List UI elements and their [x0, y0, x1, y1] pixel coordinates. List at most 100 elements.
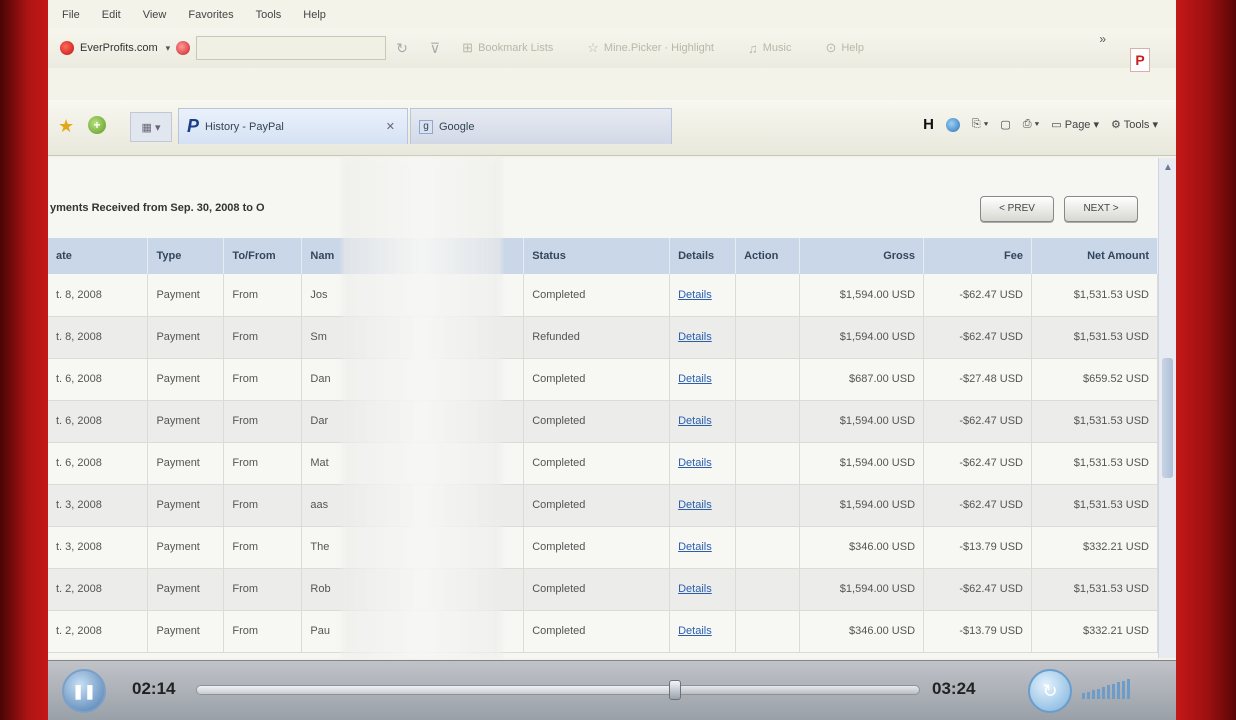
menu-edit[interactable]: Edit — [102, 9, 121, 21]
cell-date: t. 6, 2008 — [48, 358, 149, 400]
print-icon[interactable]: ⎙ ▾ — [1023, 118, 1039, 131]
more-icon[interactable]: » — [1099, 32, 1106, 46]
menu-favorites[interactable]: Favorites — [188, 9, 233, 21]
volume-bar[interactable] — [1107, 685, 1110, 700]
details-link[interactable]: Details — [678, 541, 712, 553]
scrollbar[interactable]: ▲ — [1158, 158, 1176, 658]
read-mail-icon[interactable]: ▢ — [1000, 118, 1010, 131]
tools-menu[interactable]: ⚙ Tools ▾ — [1111, 118, 1158, 131]
cell-net-amount: $1,531.53 USD — [1031, 442, 1159, 484]
details-link[interactable]: Details — [678, 457, 712, 469]
menu-file[interactable]: File — [62, 9, 80, 21]
tab-google[interactable]: g Google — [410, 108, 672, 144]
nav-toolbar: EverProfits.com ▾ ↻ ⊽ ⊞ Bookmark Lists ☆ M… — [48, 28, 1176, 72]
tab-list-button[interactable]: ▦ ▾ — [130, 112, 172, 142]
seek-handle[interactable] — [668, 680, 681, 700]
chevron-down-icon[interactable]: ▾ — [166, 43, 171, 54]
volume-bar[interactable] — [1127, 679, 1130, 700]
table-row[interactable]: t. 6, 2008 Payment From Dar Completed Details… — [48, 400, 1159, 442]
refresh-icon[interactable]: ↻ — [396, 40, 408, 57]
page-title: yments Received from Sep. 30, 2008 to O — [50, 202, 265, 214]
scrollbar-thumb[interactable] — [1162, 358, 1173, 478]
scroll-up-icon[interactable]: ▲ — [1163, 162, 1173, 173]
cell-fee: -$62.47 USD — [923, 316, 1032, 358]
col-net-amount[interactable]: Net Amount — [1031, 238, 1159, 274]
table-row[interactable]: t. 8, 2008 Payment From Jos Completed Details… — [48, 274, 1159, 316]
col-gross[interactable]: Gross — [799, 238, 925, 274]
cell-net-amount: $1,531.53 USD — [1031, 400, 1159, 442]
details-link[interactable]: Details — [678, 415, 712, 427]
toolbar-addon-icon[interactable] — [176, 41, 191, 55]
feeds-icon[interactable]: ⎘ ▾ — [972, 118, 988, 131]
next-button[interactable]: NEXT > — [1064, 196, 1138, 222]
gear-icon: ⚙ — [1111, 119, 1124, 131]
menu-tools[interactable]: Tools — [256, 9, 282, 21]
seek-bar[interactable] — [196, 680, 920, 700]
tab-paypal-history[interactable]: P History - PayPal ✕ — [178, 108, 408, 144]
details-link[interactable]: Details — [678, 331, 712, 343]
details-link[interactable]: Details — [678, 499, 712, 511]
cell-fee: -$62.47 USD — [923, 442, 1032, 484]
volume-bar[interactable] — [1082, 693, 1085, 700]
menu-view[interactable]: View — [143, 9, 167, 21]
filter-icon[interactable]: ⊽ — [430, 40, 440, 57]
volume-bar[interactable] — [1102, 687, 1105, 700]
help-button[interactable]: ⊙ Help — [825, 40, 864, 56]
site-logo-icon — [60, 41, 74, 55]
table-row[interactable]: t. 6, 2008 Payment From Mat Completed Details… — [48, 442, 1159, 484]
cell-type: Payment — [147, 358, 225, 400]
volume-bar[interactable] — [1122, 680, 1125, 700]
cell-type: Payment — [147, 400, 225, 442]
globe-icon[interactable] — [945, 117, 960, 132]
table-row[interactable]: t. 3, 2008 Payment From aas Completed Details… — [48, 484, 1159, 526]
cell-net-amount: $332.21 USD — [1031, 526, 1159, 568]
table-row[interactable]: t. 6, 2008 Payment From Dan Completed Details… — [48, 358, 1159, 400]
cell-action — [735, 568, 801, 610]
cell-status: Completed — [523, 358, 671, 400]
table-row[interactable]: t. 2, 2008 Payment From Pau Completed Details… — [48, 610, 1159, 652]
page-icon: ▭ — [1051, 119, 1065, 131]
pause-button[interactable]: ❚❚ — [62, 669, 106, 713]
details-link[interactable]: Details — [678, 583, 712, 595]
col-date[interactable]: ate — [48, 238, 149, 274]
volume-bar[interactable] — [1112, 683, 1115, 700]
search-input[interactable] — [196, 36, 387, 60]
cell-net-amount: $1,531.53 USD — [1031, 274, 1159, 316]
details-link[interactable]: Details — [678, 625, 712, 637]
col-fee[interactable]: Fee — [923, 238, 1032, 274]
browser-window: File Edit View Favorites Tools Help Ever… — [48, 0, 1176, 720]
volume-bar[interactable] — [1097, 688, 1100, 700]
highlight-button[interactable]: ☆ Mine.Picker · Highlight — [587, 40, 714, 56]
menu-help[interactable]: Help — [303, 9, 326, 21]
prev-button[interactable]: < PREV — [980, 196, 1054, 222]
details-link[interactable]: Details — [678, 373, 712, 385]
h-addon-icon[interactable]: H — [923, 116, 934, 133]
add-favorite-icon[interactable]: + — [88, 116, 106, 134]
volume-bar[interactable] — [1087, 691, 1090, 700]
site-label[interactable]: EverProfits.com — [80, 42, 158, 54]
seek-bar-fill — [197, 686, 674, 694]
page-menu[interactable]: ▭ Page ▾ — [1051, 118, 1099, 131]
pdf-icon[interactable]: P — [1130, 48, 1150, 72]
table-row[interactable]: t. 2, 2008 Payment From Rob Completed Details… — [48, 568, 1159, 610]
favorites-star-icon[interactable]: ★ — [58, 116, 74, 137]
cell-action — [735, 442, 801, 484]
cell-date: t. 6, 2008 — [48, 400, 149, 442]
cell-gross: $1,594.00 USD — [799, 442, 925, 484]
volume-bar[interactable] — [1092, 690, 1095, 700]
details-link[interactable]: Details — [678, 289, 712, 301]
table-row[interactable]: t. 8, 2008 Payment From Sm Refunded Details $1… — [48, 316, 1159, 358]
video-player-bar: ❚❚ 02:14 03:24 ↻ — [48, 660, 1176, 720]
cell-action — [735, 610, 801, 652]
close-icon[interactable]: ✕ — [386, 120, 395, 133]
col-to-from[interactable]: To/From — [223, 238, 303, 274]
bookmark-lists-button[interactable]: ⊞ Bookmark Lists — [462, 40, 553, 56]
volume-bar[interactable] — [1117, 682, 1120, 700]
music-button[interactable]: ♫ Music — [748, 41, 791, 56]
volume-control[interactable] — [1082, 679, 1132, 700]
cell-gross: $346.00 USD — [799, 526, 925, 568]
col-type[interactable]: Type — [147, 238, 225, 274]
col-status[interactable]: Status — [523, 238, 671, 274]
replay-button[interactable]: ↻ — [1028, 669, 1072, 713]
table-row[interactable]: t. 3, 2008 Payment From The Completed Details… — [48, 526, 1159, 568]
